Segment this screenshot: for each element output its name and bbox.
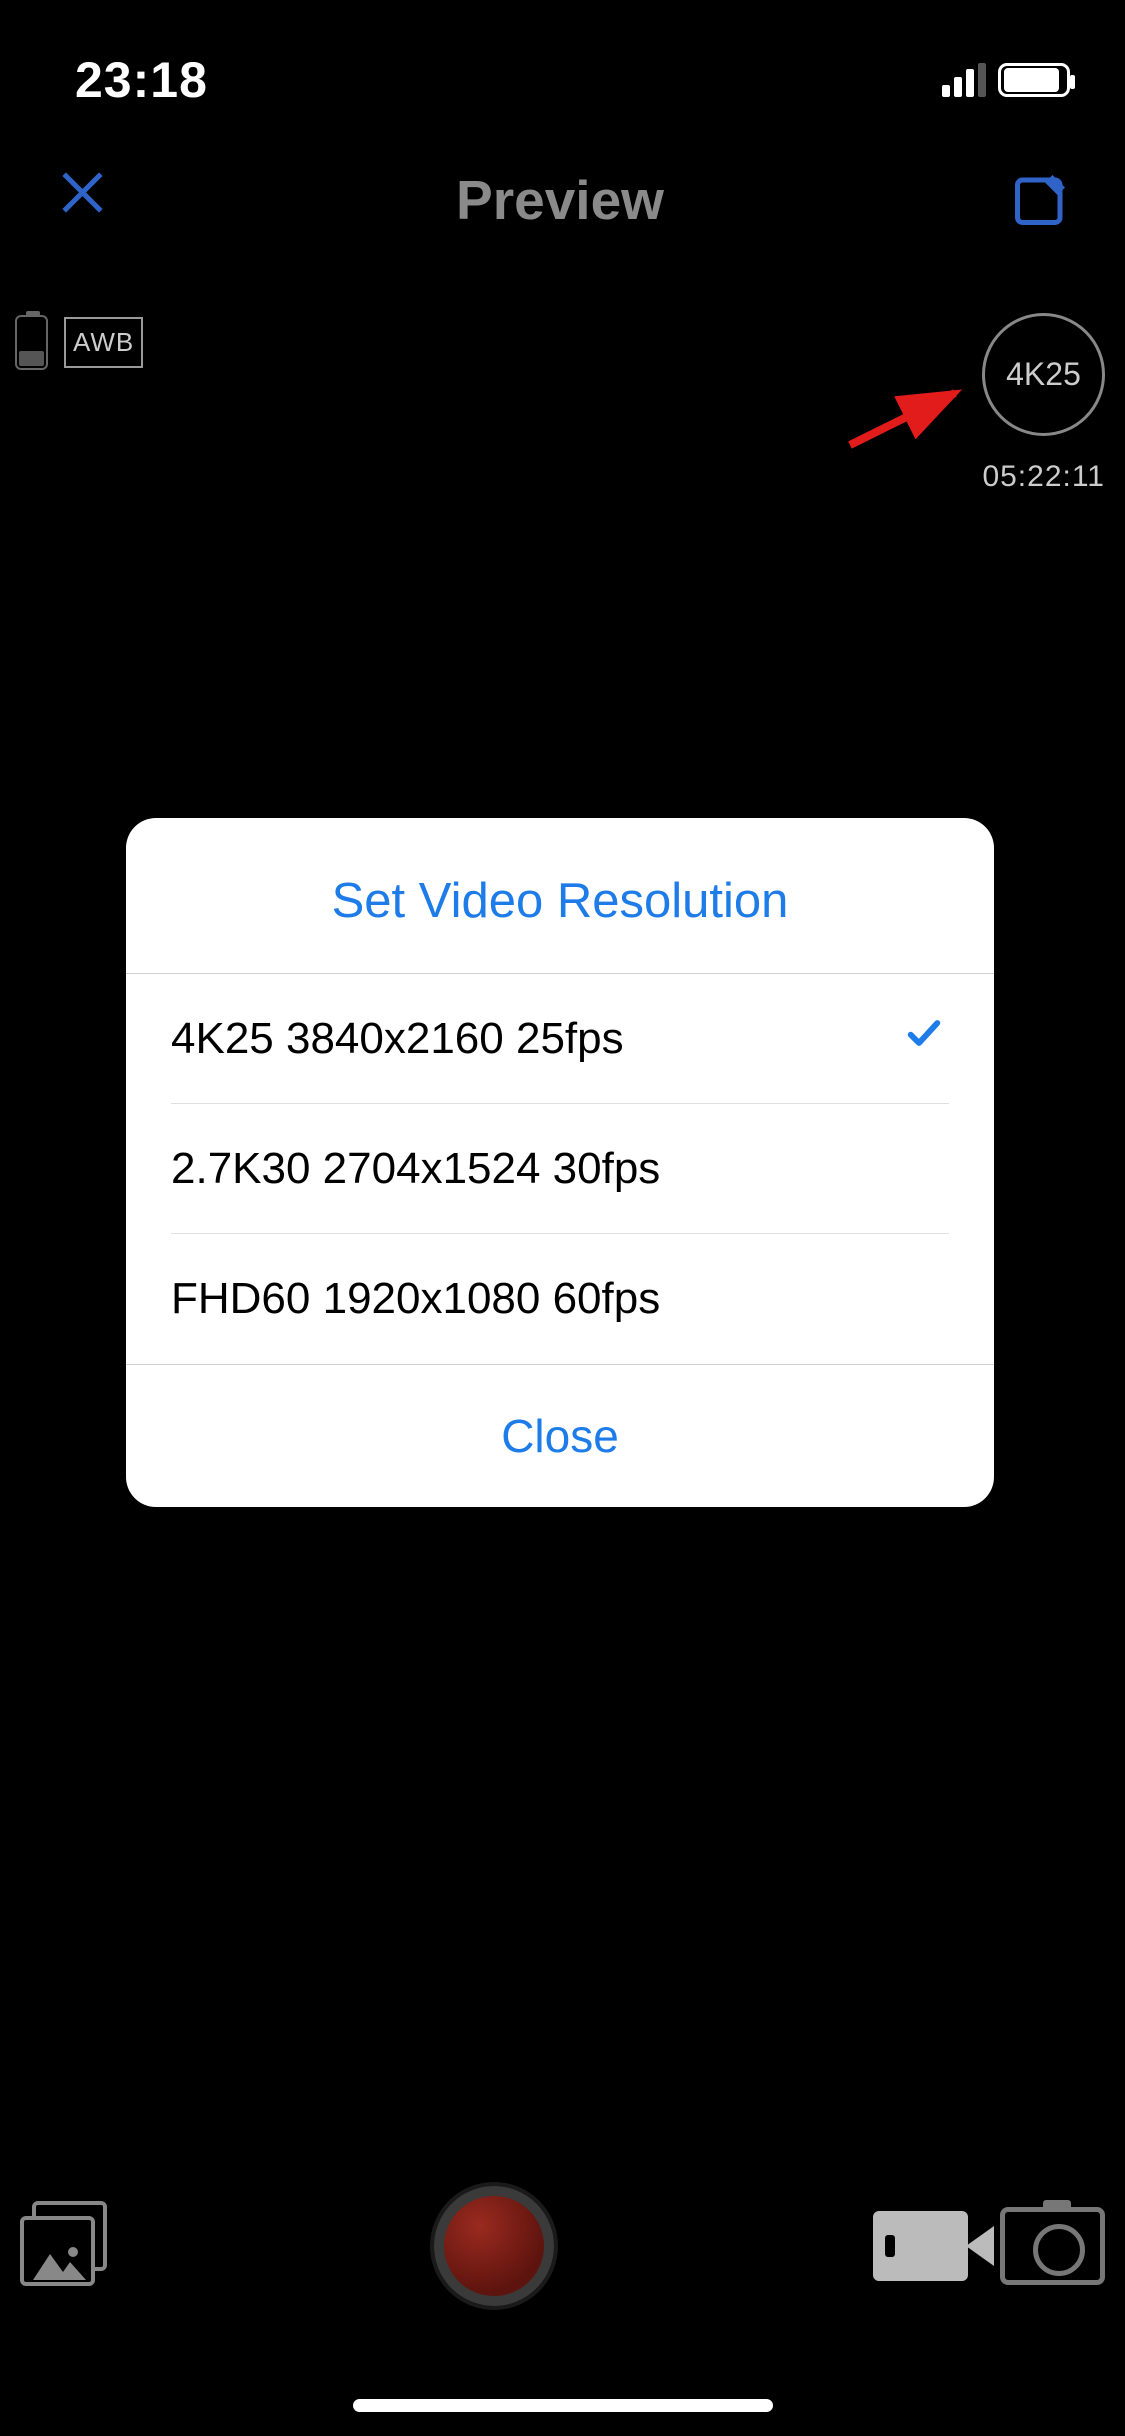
resolution-badge[interactable]: 4K25 — [982, 313, 1105, 436]
battery-icon — [998, 63, 1070, 97]
page-title: Preview — [456, 168, 664, 232]
resolution-badge-label: 4K25 — [1006, 356, 1081, 393]
photo-mode-button[interactable] — [1000, 2207, 1105, 2285]
video-mode-button[interactable] — [873, 2211, 994, 2281]
resolution-indicator-group: 4K25 05:22:11 — [982, 313, 1105, 494]
status-time: 23:18 — [75, 51, 208, 109]
mode-switch-group — [873, 2207, 1105, 2285]
resolution-option[interactable]: 4K25 3840x2160 25fps — [171, 974, 949, 1104]
resolution-option[interactable]: FHD60 1920x1080 60fps — [171, 1234, 949, 1364]
bottom-toolbar — [0, 2186, 1125, 2306]
resolution-modal: Set Video Resolution 4K25 3840x2160 25fp… — [126, 818, 994, 1507]
resolution-options-list: 4K25 3840x2160 25fps 2.7K30 2704x1524 30… — [126, 974, 994, 1364]
gallery-button[interactable] — [20, 2201, 115, 2291]
checkmark-icon — [899, 1013, 949, 1064]
annotation-arrow-icon — [840, 385, 970, 455]
modal-close-button[interactable]: Close — [126, 1364, 994, 1507]
device-battery-icon — [15, 315, 48, 370]
resolution-option[interactable]: 2.7K30 2704x1524 30fps — [171, 1104, 949, 1234]
cellular-signal-icon — [942, 63, 986, 97]
close-button[interactable] — [55, 164, 110, 235]
edit-button[interactable] — [1010, 170, 1070, 230]
nav-bar: Preview — [0, 147, 1125, 252]
status-right — [942, 63, 1070, 97]
home-indicator[interactable] — [353, 2399, 773, 2412]
resolution-option-label: FHD60 1920x1080 60fps — [171, 1274, 660, 1324]
record-button[interactable] — [434, 2186, 554, 2306]
modal-title: Set Video Resolution — [126, 818, 994, 974]
resolution-option-label: 4K25 3840x2160 25fps — [171, 1014, 624, 1064]
recording-time-remaining: 05:22:11 — [982, 460, 1105, 494]
resolution-option-label: 2.7K30 2704x1524 30fps — [171, 1144, 660, 1194]
status-bar: 23:18 — [0, 30, 1125, 130]
awb-badge[interactable]: AWB — [64, 317, 143, 368]
camera-indicators: AWB — [15, 315, 143, 370]
